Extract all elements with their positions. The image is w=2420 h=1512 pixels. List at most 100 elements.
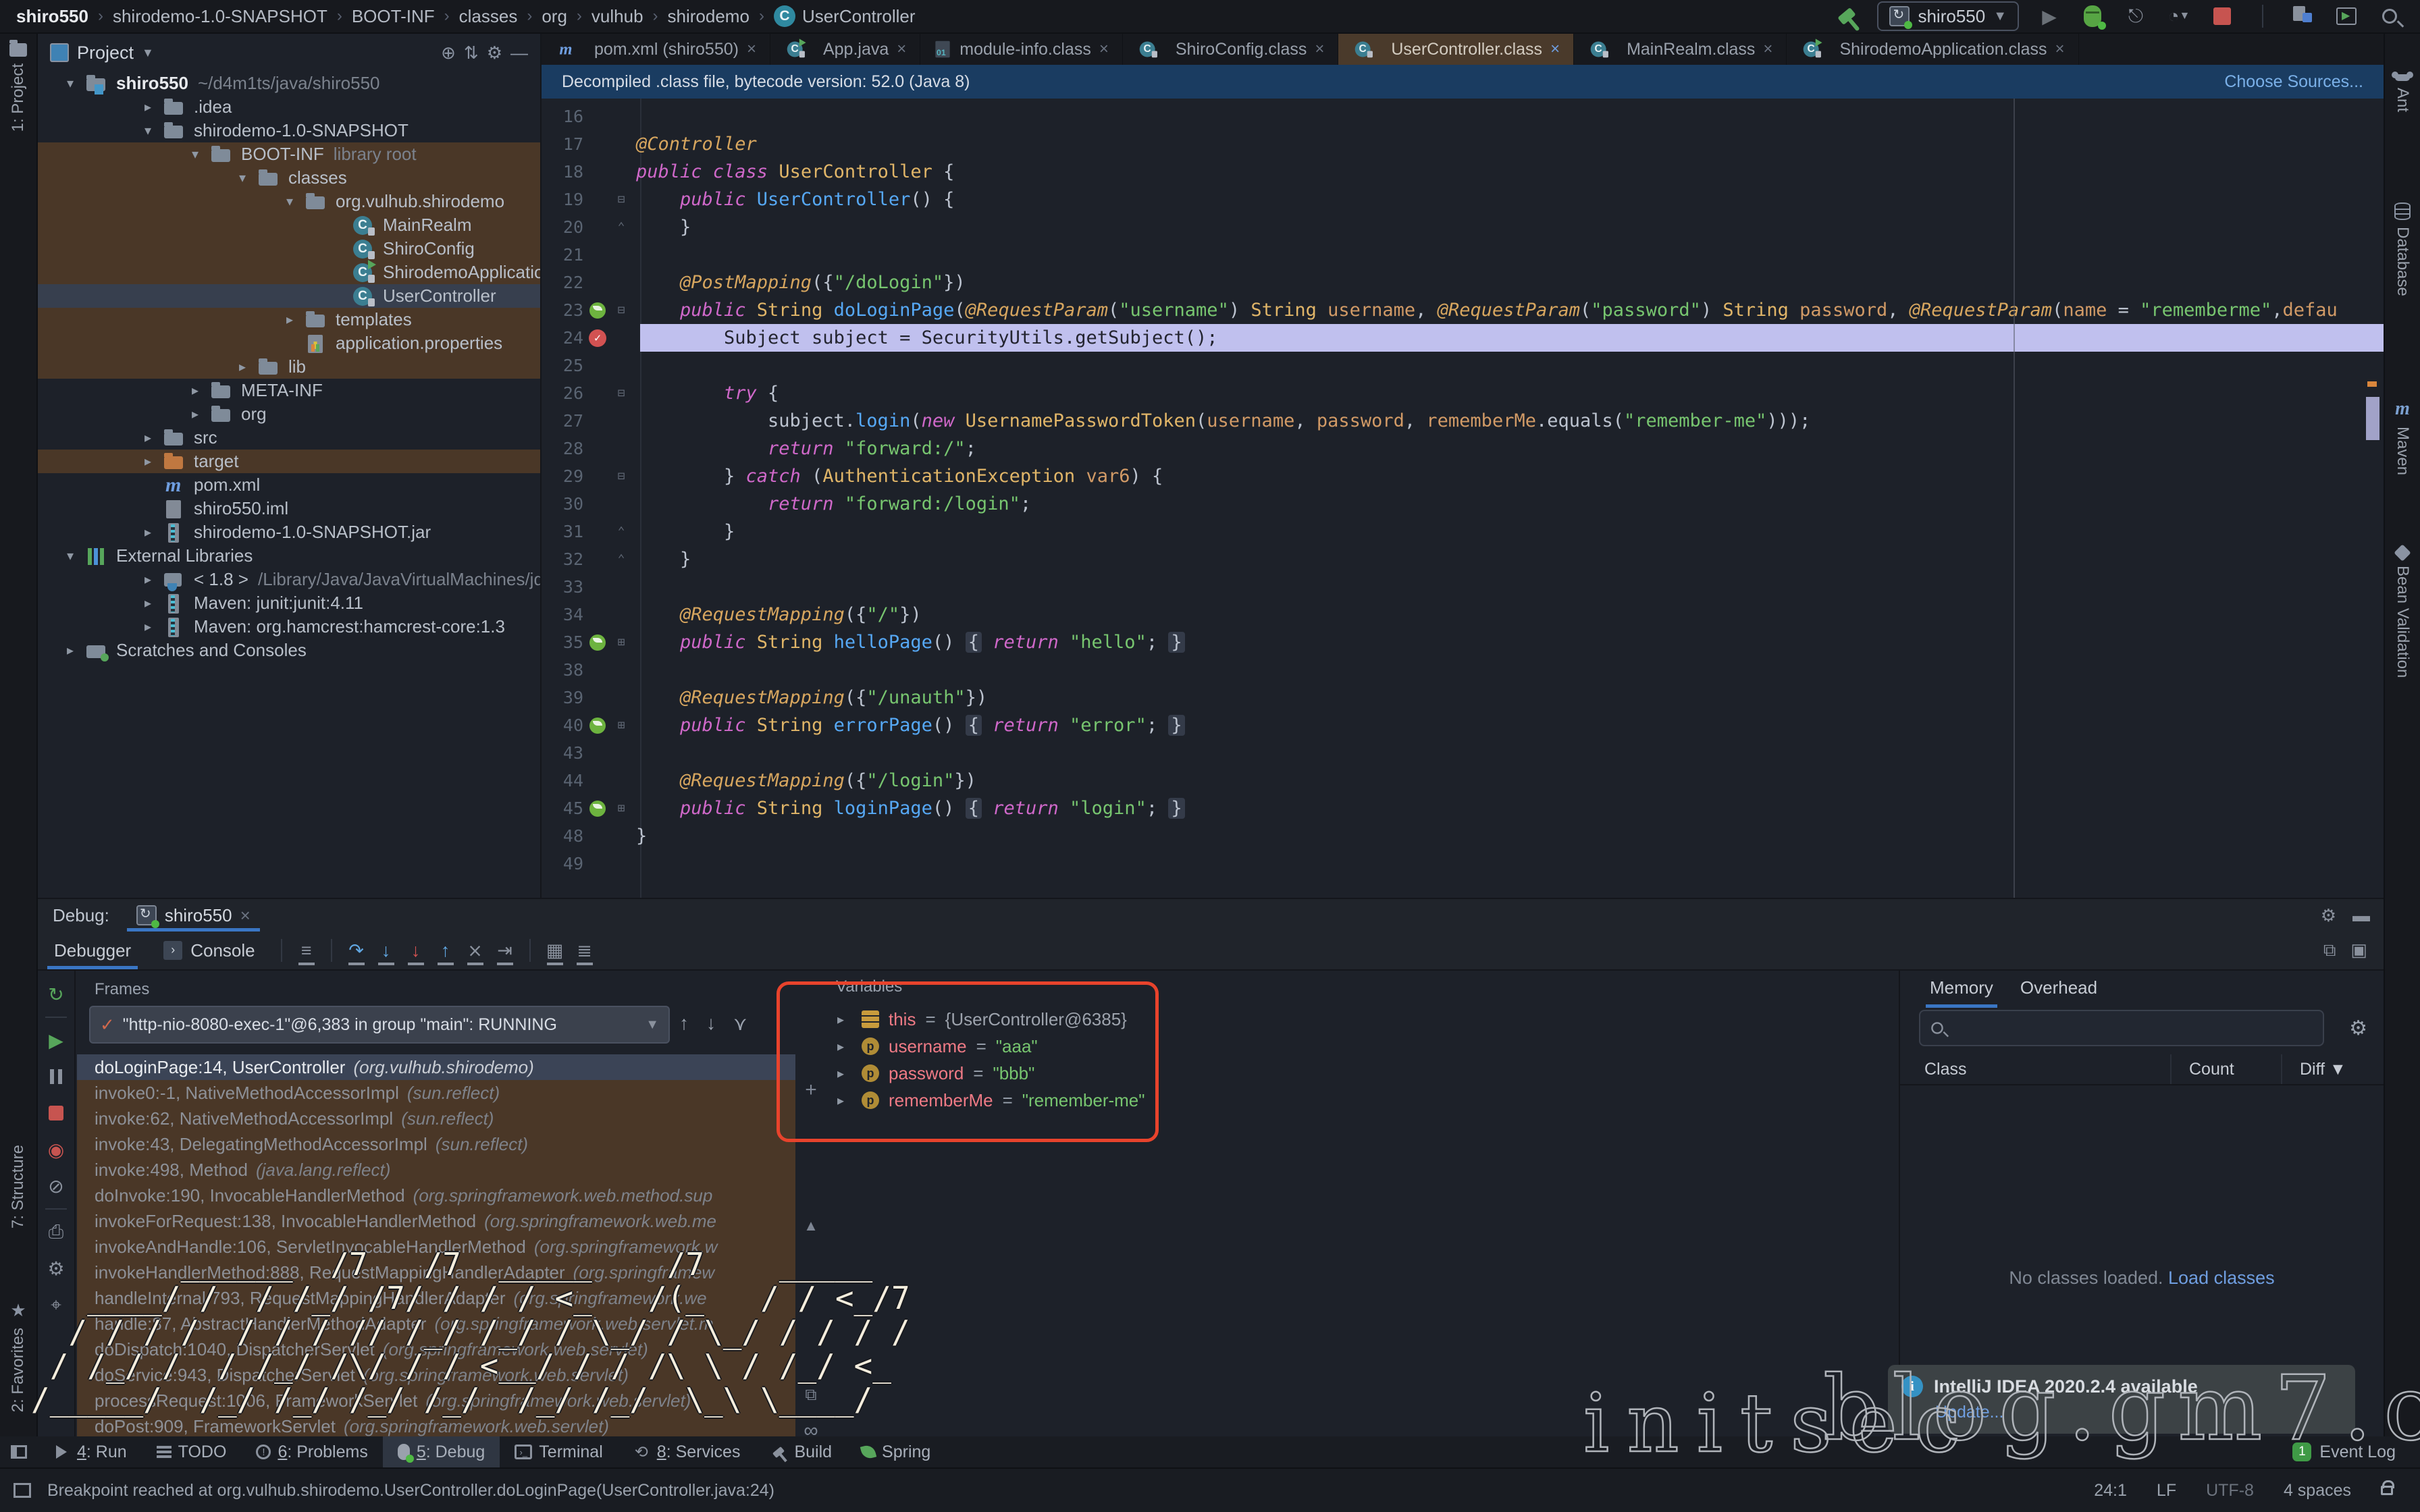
project-panel-title[interactable]: Project xyxy=(77,43,134,63)
prev-frame-icon[interactable]: ↑ xyxy=(679,1013,689,1035)
breadcrumb-item[interactable]: BOOT-INF xyxy=(352,6,435,27)
tree-chevron-icon[interactable]: ▾ xyxy=(133,122,163,139)
breadcrumb-item[interactable]: shirodemo xyxy=(668,6,749,27)
tree-item-templates[interactable]: ▸templates xyxy=(38,308,540,331)
toolwindow-build[interactable]: Build xyxy=(755,1436,847,1467)
minimize-icon[interactable]: ▬ xyxy=(2352,905,2370,926)
tree-chevron-icon[interactable]: ▸ xyxy=(55,642,85,659)
hide-window-icon[interactable]: ▣ xyxy=(2350,940,2367,961)
tree-item-maven-org-hamcrest-hamcrest-core-1-3[interactable]: ▸Maven: org.hamcrest:hamcrest-core:1.3 xyxy=(38,615,540,639)
tree-chevron-icon[interactable]: ▸ xyxy=(180,406,210,423)
tree-item-lib[interactable]: ▸lib xyxy=(38,355,540,379)
breadcrumb-item[interactable]: CUserController xyxy=(774,5,916,27)
line-number[interactable]: 19 xyxy=(542,190,583,209)
profiler-icon[interactable]: ◔▼ xyxy=(2166,3,2192,29)
tree-chevron-icon[interactable]: ▸ xyxy=(228,358,257,375)
frame-row[interactable]: doInvoke:190, InvocableHandlerMethod(org… xyxy=(77,1183,795,1208)
run-config-select[interactable]: shiro550 ▼ xyxy=(1877,1,2019,31)
tree-chevron-icon[interactable]: ▸ xyxy=(133,429,163,446)
editor-tab-pom-xml-shiro550-[interactable]: pom.xml (shiro550)× xyxy=(542,34,770,65)
line-ending[interactable]: LF xyxy=(2157,1481,2176,1501)
tree-item-external-libraries[interactable]: ▾External Libraries xyxy=(38,544,540,568)
tree-item-meta-inf[interactable]: ▸META-INF xyxy=(38,379,540,402)
editor-tab-shiroconfig-class[interactable]: ShiroConfig.class× xyxy=(1123,34,1339,65)
breadcrumb-item[interactable]: vulhub xyxy=(591,6,643,27)
collapse-all-icon[interactable]: ⇅ xyxy=(464,43,479,63)
spring-bean-icon[interactable] xyxy=(589,801,606,817)
line-number[interactable]: 27 xyxy=(542,411,583,431)
gutter-slot[interactable] xyxy=(583,302,612,319)
copy-icon[interactable]: ⧉ xyxy=(795,1386,826,1405)
run-to-cursor-icon[interactable]: ⇥ xyxy=(490,940,520,961)
build-hammer-icon[interactable] xyxy=(1834,3,1860,29)
line-number[interactable]: 39 xyxy=(542,688,583,707)
indent-setting[interactable]: 4 spaces xyxy=(2284,1481,2351,1501)
line-number[interactable]: 44 xyxy=(542,771,583,790)
force-step-into-icon[interactable]: ↓ xyxy=(401,940,431,961)
fold-marker[interactable]: ⌃ xyxy=(612,524,631,539)
drop-frame-icon[interactable]: ⨯ xyxy=(461,940,490,961)
tree-item-maven-junit-junit-4-11[interactable]: ▸Maven: junit:junit:4.11 xyxy=(38,591,540,615)
frame-row[interactable]: doLoginPage:14, UserController(org.vulhu… xyxy=(77,1054,795,1080)
sidebar-item-favorites[interactable]: ★ 2: Favorites xyxy=(0,1300,36,1412)
scroll-up-icon[interactable]: ▲ xyxy=(795,1217,826,1235)
close-icon[interactable]: × xyxy=(897,40,906,59)
fold-marker[interactable]: ⊞ xyxy=(612,718,631,732)
caret-position[interactable]: 24:1 xyxy=(2094,1481,2127,1501)
column-count[interactable]: Count xyxy=(2189,1060,2234,1079)
toolwindow-4-run[interactable]: 4: Run xyxy=(38,1436,142,1467)
tree-item-shirodemo-1-0-snapshot[interactable]: ▾shirodemo-1.0-SNAPSHOT xyxy=(38,119,540,142)
tree-chevron-icon[interactable]: ▸ xyxy=(133,99,163,115)
status-window-icon[interactable] xyxy=(14,1483,31,1498)
tree-item-org-vulhub-shirodemo[interactable]: ▾org.vulhub.shirodemo xyxy=(38,190,540,213)
line-number[interactable]: 24 xyxy=(542,328,583,348)
spring-bean-icon[interactable] xyxy=(589,718,606,734)
memory-settings-icon[interactable]: ⚙ xyxy=(2349,1017,2367,1040)
restore-layout-icon[interactable]: ⧉ xyxy=(2323,940,2336,961)
tree-item-mainrealm[interactable]: MainRealm xyxy=(38,213,540,237)
line-number[interactable]: 25 xyxy=(542,356,583,375)
encoding[interactable]: UTF-8 xyxy=(2206,1481,2254,1501)
fold-marker[interactable]: ⊟ xyxy=(612,469,631,483)
tree-chevron-icon[interactable]: ▸ xyxy=(133,595,163,612)
readonly-lock-icon[interactable] xyxy=(2381,1486,2393,1495)
editor-tab-usercontroller-class[interactable]: UserController.class× xyxy=(1338,34,1574,65)
breadcrumb-item[interactable]: shirodemo-1.0-SNAPSHOT xyxy=(113,6,327,27)
mute-breakpoints-icon[interactable]: ⊘ xyxy=(38,1168,74,1204)
breadcrumb-item[interactable]: org xyxy=(542,6,567,27)
line-number[interactable]: 35 xyxy=(542,632,583,652)
fold-marker[interactable]: ⌃ xyxy=(612,220,631,234)
variable-row-rememberMe[interactable]: ▸prememberMe="remember-me" xyxy=(826,1087,1899,1114)
memory-search-input[interactable] xyxy=(1919,1010,2324,1046)
close-icon[interactable]: × xyxy=(2055,40,2065,59)
tab-memory[interactable]: Memory xyxy=(1930,977,1993,1008)
load-classes-link[interactable]: Load classes xyxy=(2168,1268,2275,1288)
settings-gear-icon[interactable]: ⚙ xyxy=(2321,905,2336,926)
view-breakpoints-icon[interactable]: ◉ xyxy=(38,1131,74,1168)
debugger-settings-icon[interactable]: ≣ xyxy=(570,940,600,961)
line-number[interactable]: 48 xyxy=(542,826,583,846)
watch-loop-icon[interactable]: ∞ xyxy=(795,1420,826,1436)
attach-debugger-icon[interactable]: ⎋ xyxy=(2123,3,2149,29)
toolwindow-todo[interactable]: TODO xyxy=(142,1436,242,1467)
tree-chevron-icon[interactable]: ▸ xyxy=(180,382,210,399)
tree-chevron-icon[interactable]: ▸ xyxy=(133,571,163,588)
frame-row[interactable]: invokeForRequest:138, InvocableHandlerMe… xyxy=(77,1208,795,1234)
line-number[interactable]: 45 xyxy=(542,799,583,818)
layout-icon[interactable]: ≡ xyxy=(292,940,321,961)
debug-session-tab[interactable]: shiro550 × xyxy=(127,899,260,932)
line-number[interactable]: 34 xyxy=(542,605,583,624)
frame-row[interactable]: invoke:498, Method(java.lang.reflect) xyxy=(77,1157,795,1183)
editor-tab-app-java[interactable]: App.java× xyxy=(770,34,920,65)
breadcrumb-item[interactable]: classes xyxy=(459,6,518,27)
close-icon[interactable]: × xyxy=(1099,40,1109,59)
frame-row[interactable]: doService:943, DispatcherServlet(org.spr… xyxy=(77,1362,795,1388)
tab-debugger[interactable]: Debugger xyxy=(38,932,147,969)
thread-dump-icon[interactable]: ⎙ xyxy=(38,1214,74,1250)
frame-row[interactable]: processRequest:1006, FrameworkServlet(or… xyxy=(77,1388,795,1413)
spring-bean-icon[interactable] xyxy=(589,302,606,319)
line-number[interactable]: 31 xyxy=(542,522,583,541)
add-watch-icon[interactable]: + xyxy=(795,1079,826,1102)
tree-item--1-8-[interactable]: ▸< 1.8 >/Library/Java/JavaVirtualMachine… xyxy=(38,568,540,591)
sidebar-item-bean-validation[interactable]: Bean Validation xyxy=(2385,547,2420,678)
